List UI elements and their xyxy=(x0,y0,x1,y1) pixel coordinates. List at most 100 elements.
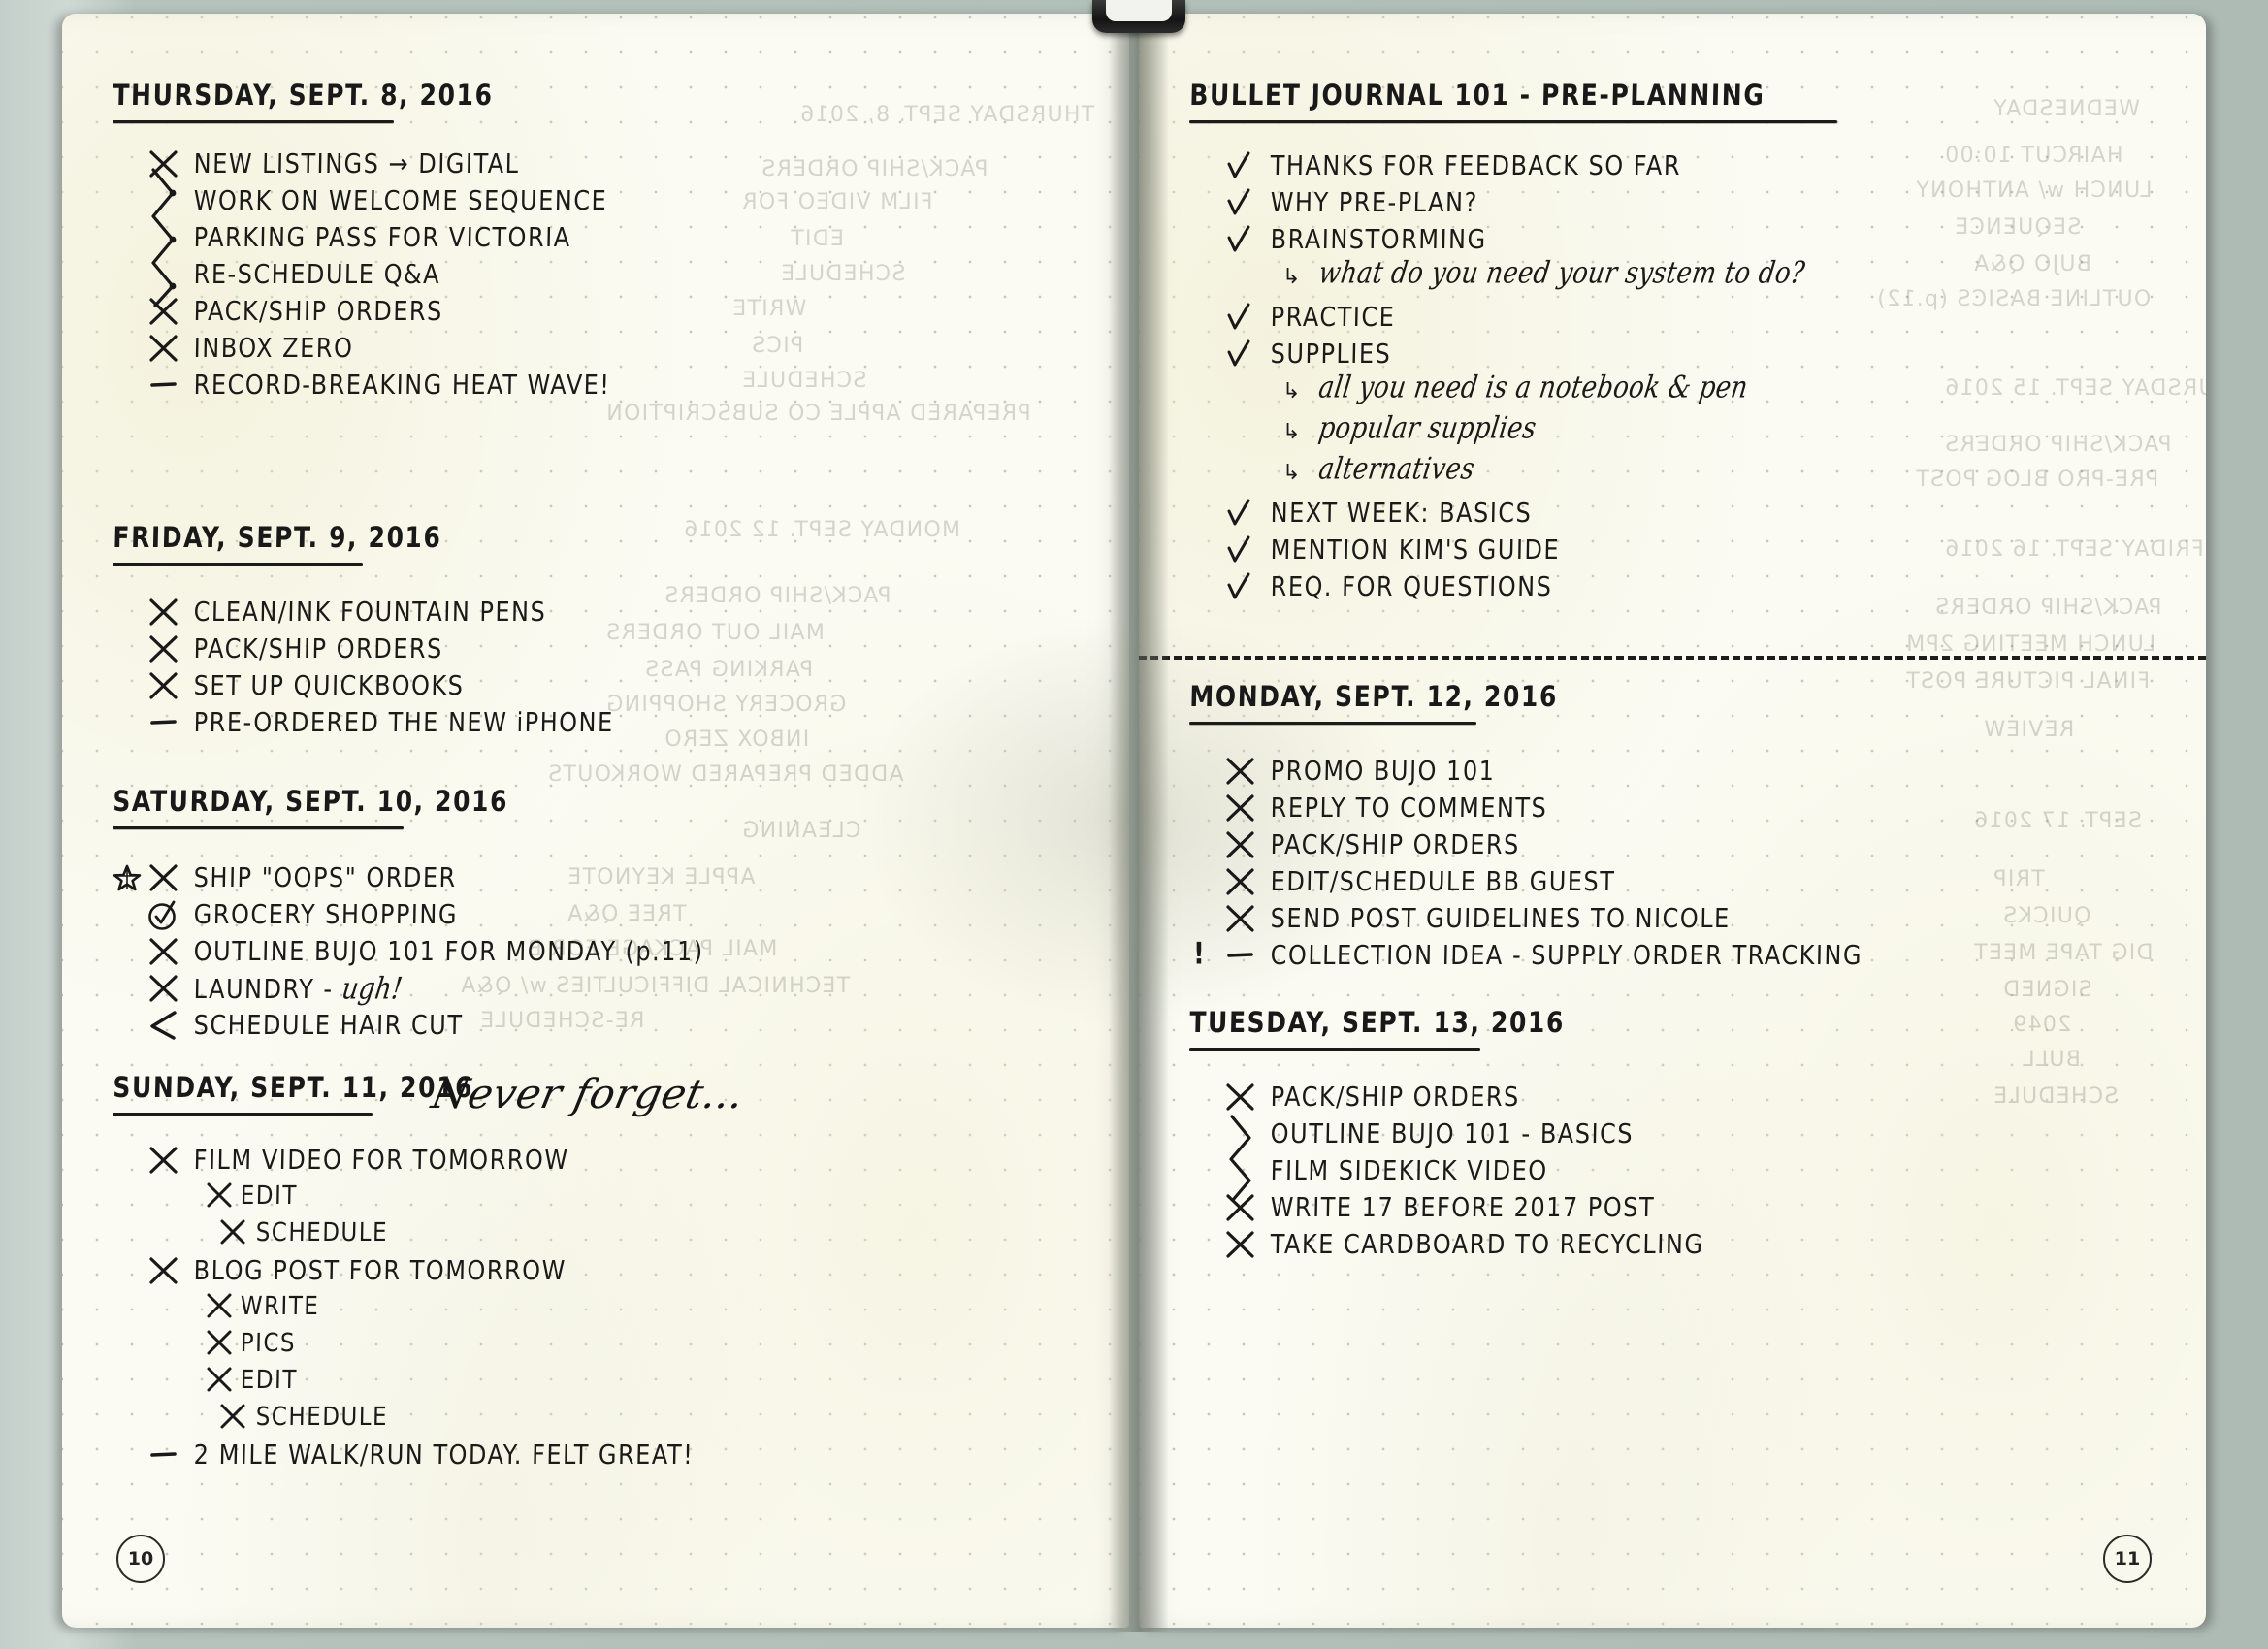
task-item[interactable]: PACK/SHIP ORDERS xyxy=(1189,829,2188,866)
title-underline xyxy=(113,1113,373,1116)
task-item[interactable]: REPLY TO COMMENTS xyxy=(1189,792,2188,829)
page-number-left: 10 xyxy=(116,1535,165,1583)
check-marker-icon xyxy=(1224,303,1257,332)
task-item[interactable]: MENTION KIM'S GUIDE xyxy=(1189,534,2188,571)
task-item[interactable]: PROMO BUJO 101 xyxy=(1189,756,2188,792)
task-item[interactable]: TAKE CARDBOARD TO RECYCLING xyxy=(1189,1229,2188,1266)
x-marker-icon xyxy=(1224,830,1257,859)
task-subitem[interactable]: WRITE xyxy=(113,1292,1102,1329)
task-item[interactable]: THANKS FOR FEEDBACK SO FAR xyxy=(1189,150,2188,187)
x-marker-icon xyxy=(219,1219,246,1245)
sub-note-item[interactable]: ↳ what do you need your system to do? xyxy=(1189,256,2188,302)
day-entry-thursday: THURSDAY, SEPT. 8, 2016 NEW LISTINGS → D… xyxy=(113,79,1083,406)
task-item[interactable]: WRITE 17 BEFORE 2017 POST xyxy=(1189,1192,2188,1229)
task-subitem[interactable]: SCHEDULE xyxy=(113,1218,1102,1255)
x-marker-icon xyxy=(1224,1230,1257,1259)
task-text: REPLY TO COMMENTS xyxy=(1270,792,1548,824)
note-item[interactable]: RECORD-BREAKING HEAT WAVE! xyxy=(113,370,1083,406)
sub-note-item[interactable]: ↳ popular supplies xyxy=(1189,411,2188,457)
sub-arrow-icon: ↳ xyxy=(1282,265,1301,289)
note-item[interactable]: ! COLLECTION IDEA - SUPPLY ORDER TRACKIN… xyxy=(1189,937,2188,977)
dash-marker-icon xyxy=(147,371,180,400)
title-underline xyxy=(1189,120,1837,123)
task-subitem[interactable]: EDIT xyxy=(113,1181,1102,1218)
task-text: THANKS FOR FEEDBACK SO FAR xyxy=(1270,150,1682,181)
sub-arrow-icon: ↳ xyxy=(1282,420,1301,444)
migrated-task-group: WORK ON WELCOME SEQUENCE PARKING PASS FO… xyxy=(113,168,1083,307)
task-text: WHY PRE-PLAN? xyxy=(1270,187,1479,218)
task-text: SHIP "OOPS" ORDER xyxy=(193,862,458,893)
task-text: INBOX ZERO xyxy=(193,333,354,364)
task-text: SEND POST GUIDELINES TO NICOLE xyxy=(1270,903,1732,934)
check-marker-icon xyxy=(1224,572,1257,601)
task-item[interactable]: FILM SIDEKICK VIDEO xyxy=(1189,1155,2188,1192)
day-entry-saturday: SATURDAY, SEPT. 10, 2016 SHIP "OOPS" ORD… xyxy=(113,785,1083,1047)
task-subitem[interactable]: PICS xyxy=(113,1329,1102,1366)
task-item[interactable]: NEXT WEEK: BASICS xyxy=(1189,498,2188,534)
task-text: PROMO BUJO 101 xyxy=(1270,756,1496,787)
task-text: NEXT WEEK: BASICS xyxy=(1270,498,1533,529)
task-text: PACK/SHIP ORDERS xyxy=(1270,829,1521,860)
task-subitem[interactable]: SCHEDULE xyxy=(113,1403,1102,1439)
task-item[interactable]: SET UP QUICKBOOKS xyxy=(113,670,1083,707)
task-text: PACK/SHIP ORDERS xyxy=(1270,1082,1521,1113)
task-item[interactable]: INBOX ZERO xyxy=(113,333,1083,370)
sub-note-item[interactable]: ↳ all you need is a notebook & pen xyxy=(1189,371,2188,416)
task-item[interactable]: RE-SCHEDULE Q&A xyxy=(113,259,1083,296)
dash-marker-icon xyxy=(147,708,180,737)
page-number-left-value: 10 xyxy=(127,1548,154,1569)
note-item[interactable]: PRE-ORDERED THE NEW iPHONE xyxy=(113,707,1083,744)
task-list: PACK/SHIP ORDERS OUTLINE BUJO 101 - BASI… xyxy=(1189,1082,2188,1266)
task-text: RE-SCHEDULE Q&A xyxy=(193,259,441,290)
task-item[interactable]: FILM VIDEO FOR TOMORROW xyxy=(113,1145,1102,1181)
task-item[interactable]: EDIT/SCHEDULE BB GUEST xyxy=(1189,866,2188,903)
page-number-right: 11 xyxy=(2103,1535,2152,1583)
task-item[interactable]: NEW LISTINGS → DIGITAL xyxy=(113,148,1083,185)
task-list: CLEAN/INK FOUNTAIN PENS PACK/SHIP ORDERS… xyxy=(113,597,1083,744)
note-item[interactable]: 2 MILE WALK/RUN TODAY. FELT GREAT! xyxy=(113,1439,1102,1476)
task-subitem[interactable]: EDIT xyxy=(113,1366,1102,1403)
x-marker-icon xyxy=(206,1330,233,1355)
sub-note-item[interactable]: ↳ alternatives xyxy=(1189,452,2188,498)
task-item[interactable]: LAUNDRY - ugh! xyxy=(113,972,1083,1010)
x-marker-icon xyxy=(147,1256,180,1285)
task-item[interactable]: PRACTICE xyxy=(1189,302,2188,339)
x-marker-icon xyxy=(147,334,180,363)
x-marker-icon xyxy=(206,1367,233,1392)
x-marker-icon xyxy=(147,863,180,892)
task-item[interactable]: GROCERY SHOPPING xyxy=(113,899,1083,936)
task-list: PROMO BUJO 101 REPLY TO COMMENTS PACK/SH… xyxy=(1189,756,2188,977)
task-item[interactable]: PACK/SHIP ORDERS xyxy=(113,633,1083,670)
x-marker-icon xyxy=(147,671,180,700)
day-title: SUNDAY, SEPT. 11, 2016 xyxy=(113,1070,474,1104)
sub-note-text: alternatives xyxy=(1316,452,1476,487)
check-marker-icon xyxy=(1224,225,1257,254)
task-item[interactable]: REQ. FOR QUESTIONS xyxy=(1189,571,2188,608)
task-item[interactable]: PACK/SHIP ORDERS xyxy=(113,296,1083,333)
circled-check-marker-icon xyxy=(147,900,180,930)
task-item[interactable]: BLOG POST FOR TOMORROW xyxy=(113,1255,1102,1292)
task-text: PACK/SHIP ORDERS xyxy=(193,633,444,664)
dash-marker-icon xyxy=(147,1440,180,1470)
task-item[interactable]: WHY PRE-PLAN? xyxy=(1189,187,2188,224)
binder-clip xyxy=(1092,0,1185,33)
sub-note-text: all you need is a notebook & pen xyxy=(1316,371,1750,405)
task-item[interactable]: WORK ON WELCOME SEQUENCE xyxy=(113,185,1083,222)
title-underline xyxy=(113,826,404,829)
task-item[interactable]: OUTLINE BUJO 101 FOR MONDAY (p.11) xyxy=(113,936,1083,973)
task-item[interactable]: PACK/SHIP ORDERS xyxy=(1189,1082,2188,1118)
migrated-task-group: OUTLINE BUJO 101 - BASICS FILM SIDEKICK … xyxy=(1189,1115,2188,1202)
task-text: PACK/SHIP ORDERS xyxy=(193,296,444,327)
task-item[interactable]: PARKING PASS FOR VICTORIA xyxy=(113,222,1083,259)
task-item[interactable]: CLEAN/INK FOUNTAIN PENS xyxy=(113,597,1083,633)
x-marker-icon xyxy=(1224,904,1257,933)
task-text: PARKING PASS FOR VICTORIA xyxy=(193,222,571,253)
day-entry-tuesday: TUESDAY, SEPT. 13, 2016 PACK/SHIP ORDERS xyxy=(1189,1006,2188,1266)
task-list: FILM VIDEO FOR TOMORROW EDIT SCHEDULE BL… xyxy=(113,1145,1102,1476)
task-text: FILM VIDEO FOR TOMORROW xyxy=(193,1145,569,1176)
task-item[interactable]: SHIP "OOPS" ORDER xyxy=(113,862,1083,899)
task-item[interactable]: SEND POST GUIDELINES TO NICOLE xyxy=(1189,903,2188,940)
x-marker-icon xyxy=(1224,757,1257,786)
task-item[interactable]: OUTLINE BUJO 101 - BASICS xyxy=(1189,1118,2188,1155)
task-item[interactable]: SCHEDULE HAIR CUT xyxy=(113,1010,1083,1047)
